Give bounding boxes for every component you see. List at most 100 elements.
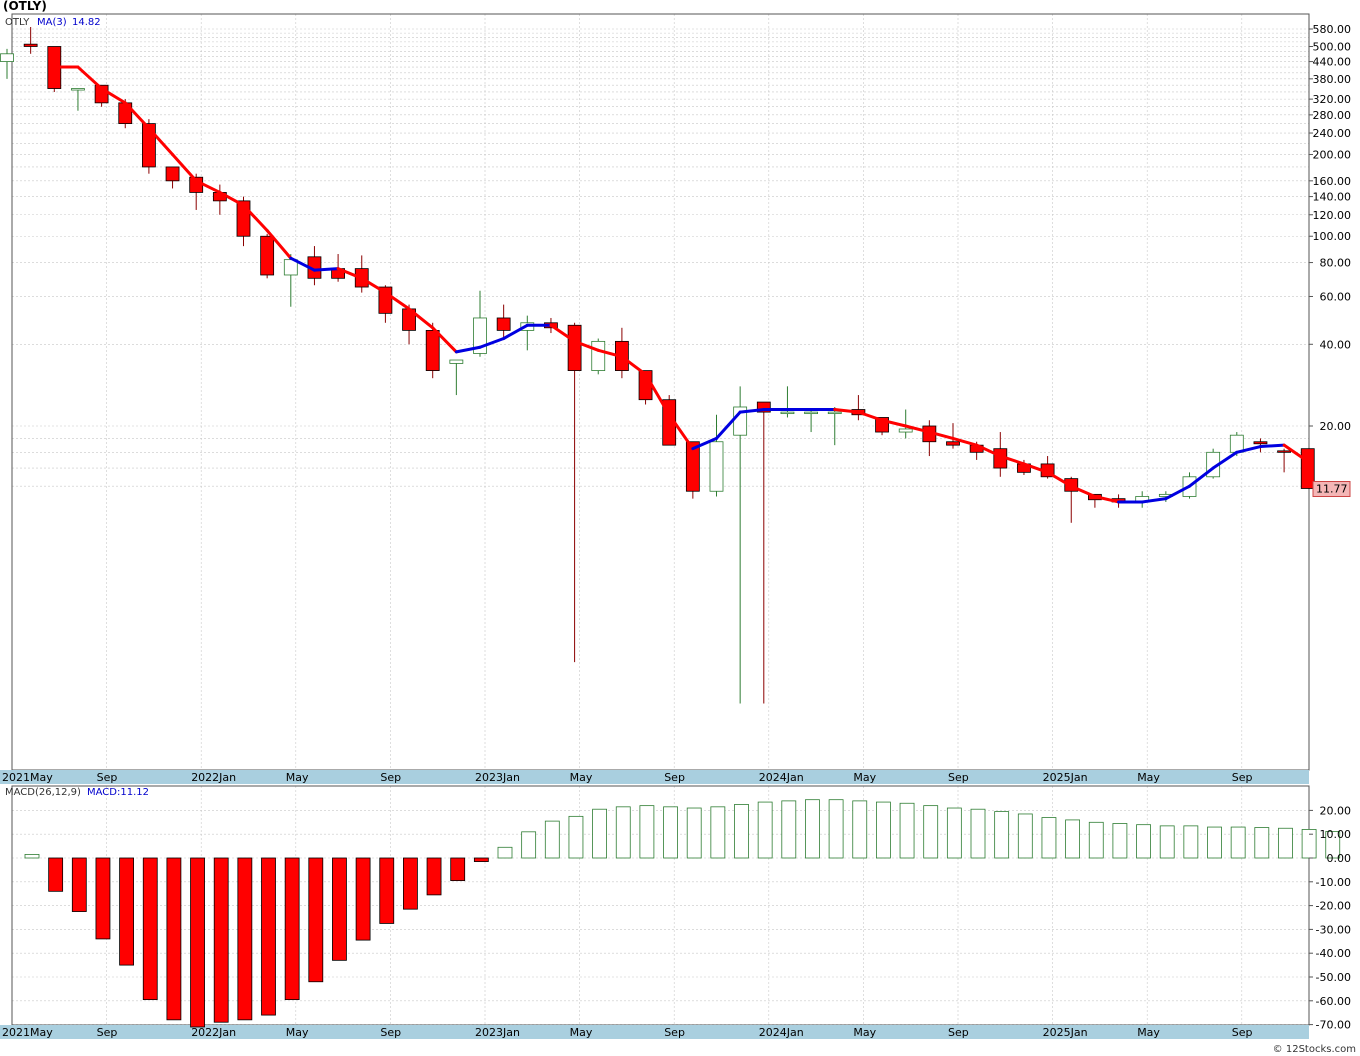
macd-bar — [237, 857, 253, 1021]
price-ytick-label: 320.00 — [1313, 93, 1352, 106]
price-ytick-label: 100.00 — [1313, 230, 1352, 243]
price-ytick-label: 500.00 — [1313, 40, 1352, 53]
macd-bar — [426, 857, 442, 896]
macd-bar — [1017, 813, 1033, 859]
macd-xtick-label: Sep — [97, 1026, 118, 1039]
last-price-label: 11.77 — [1316, 483, 1348, 496]
macd-ytick-label: -40.00 — [1316, 947, 1351, 960]
price-ytick-label: 200.00 — [1313, 149, 1352, 162]
candle-body — [804, 411, 818, 415]
ma-legend-label: MA(3) — [37, 17, 67, 28]
macd-bar — [166, 857, 182, 1021]
macd-ytick-label: 10.00 — [1320, 828, 1352, 841]
price-ytick-label: 440.00 — [1313, 56, 1352, 69]
macd-bar — [261, 857, 276, 1016]
candle-body — [946, 441, 960, 446]
price-xtick-label: 2023Jan — [475, 771, 520, 784]
macd-legend-label: MACD(26,12,9) — [5, 787, 81, 798]
price-layer — [0, 26, 1315, 704]
macd-bar — [923, 805, 939, 859]
macd-xtick-label: 2022Jan — [191, 1026, 236, 1039]
macd-bar — [1207, 826, 1222, 859]
macd-bar — [946, 807, 962, 859]
macd-bar — [48, 857, 64, 892]
macd-ytick-label: -10.00 — [1316, 876, 1351, 889]
macd-bar — [1136, 824, 1151, 859]
ma-line-segment — [1258, 443, 1286, 449]
macd-xtick-label: 2025Jan — [1043, 1026, 1088, 1039]
macd-bar — [734, 804, 749, 859]
macd-xtick-label: Sep — [948, 1026, 969, 1039]
macd-ytick-label: -60.00 — [1316, 995, 1351, 1008]
chart-canvas: 580.00 500.00 440.00 380.00 320.00 280.00 240.… — [0, 13, 1356, 1055]
macd-bar — [521, 831, 537, 859]
price-xtick-label: May — [286, 771, 309, 784]
candle-body — [1277, 450, 1291, 453]
macd-bar — [1254, 827, 1270, 859]
macd-bar — [899, 802, 915, 859]
macd-ytick-label: -20.00 — [1316, 900, 1351, 913]
macd-bar — [686, 807, 702, 859]
candle-body — [71, 88, 85, 91]
grid-layer — [11, 14, 1309, 1025]
price-xtick-label: 2022Jan — [191, 771, 236, 784]
macd-bar — [379, 857, 395, 924]
candle-body — [1253, 441, 1268, 445]
footer-credit: © 12Stocks.com — [1273, 1044, 1356, 1055]
price-xtick-label: Sep — [948, 771, 969, 784]
macd-bar — [805, 799, 820, 859]
macd-bar — [308, 857, 324, 983]
price-xtick-label: May — [853, 771, 876, 784]
candle-body — [780, 411, 795, 415]
candle-body — [827, 411, 842, 415]
macd-bar — [119, 857, 134, 966]
macd-xtick-label: May — [1137, 1026, 1160, 1039]
symbol-label: OTLY — [5, 17, 30, 28]
candle-body — [898, 428, 913, 433]
candle-body — [591, 340, 606, 371]
candle-body — [1300, 448, 1315, 489]
macd-bar — [710, 806, 726, 859]
macd-xtick-label: 2024Jan — [759, 1026, 804, 1039]
macd-bar — [1159, 825, 1175, 859]
price-xtick-label: Sep — [1232, 771, 1253, 784]
macd-bar — [828, 799, 844, 859]
candle-body — [165, 166, 180, 182]
macd-bar — [1112, 823, 1128, 859]
macd-legend-value: MACD:11.12 — [87, 787, 149, 798]
macd-bar — [615, 806, 631, 859]
candle-body — [449, 359, 464, 364]
macd-xtick-label: 2021May — [2, 1026, 53, 1039]
macd-bar — [757, 801, 773, 859]
macd-bar — [71, 857, 87, 912]
macd-bar — [95, 857, 111, 940]
macd-bar — [332, 857, 347, 961]
ma-line-segment — [856, 410, 884, 422]
macd-bar — [497, 846, 513, 859]
price-ytick-label: 60.00 — [1320, 290, 1352, 303]
legend-layer: OTLY MA(3) 14.82 MACD(26,12,9) MACD:11.1… — [5, 17, 1356, 1055]
macd-bar — [994, 811, 1010, 859]
macd-bar — [355, 857, 371, 941]
macd-bar — [544, 820, 560, 859]
price-panel-frame — [11, 13, 1310, 771]
macd-bar — [1088, 821, 1104, 859]
price-xtick-label: 2025Jan — [1043, 771, 1088, 784]
price-xtick-label: 2021May — [2, 771, 53, 784]
macd-xtick-label: Sep — [1232, 1026, 1253, 1039]
ma-legend-value: 14.82 — [72, 17, 101, 28]
macd-bar — [592, 808, 607, 859]
macd-bar — [1065, 819, 1080, 859]
macd-bar — [402, 857, 418, 910]
macd-bar — [24, 854, 40, 859]
ma-layer — [52, 65, 1310, 504]
candle-body — [0, 53, 14, 62]
price-ytick-label: 280.00 — [1313, 109, 1352, 122]
macd-ytick-label: 20.00 — [1320, 804, 1352, 817]
price-xtick-label: May — [1137, 771, 1160, 784]
price-ytick-label: 580.00 — [1313, 23, 1352, 36]
price-ytick-label: 380.00 — [1313, 73, 1352, 86]
macd-bar — [1183, 825, 1199, 859]
macd-bar — [473, 857, 489, 862]
macd-bar — [450, 857, 466, 882]
